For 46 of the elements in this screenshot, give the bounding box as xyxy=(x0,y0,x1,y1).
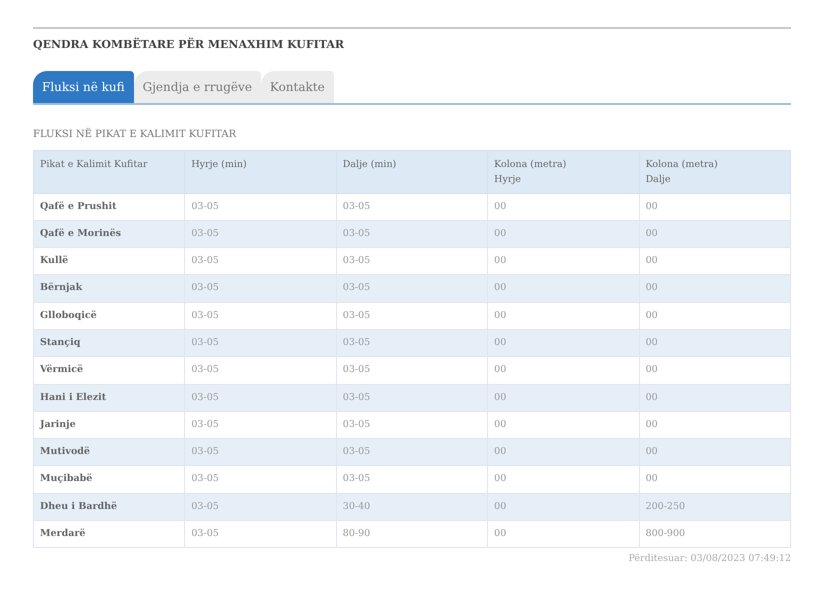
table-cell: 03-05 xyxy=(336,274,488,302)
table-cell: 00 xyxy=(488,356,640,384)
table-cell: 00 xyxy=(488,384,640,412)
table-cell: Glloboqicë xyxy=(34,302,185,330)
column-header: Dalje (min) xyxy=(336,150,488,193)
table-cell: 03-05 xyxy=(336,356,488,384)
table-cell: 00 xyxy=(639,356,790,384)
table-cell: 03-05 xyxy=(184,356,336,384)
table-cell: Qafë e Prushit xyxy=(34,193,185,220)
table-cell: 03-05 xyxy=(336,302,488,330)
table-cell: 00 xyxy=(488,520,640,548)
table-cell: 00 xyxy=(488,274,640,302)
table-cell: Vërmicë xyxy=(34,356,185,384)
table-cell: 00 xyxy=(639,274,790,302)
table-cell: 00 xyxy=(488,466,640,494)
table-cell: 03-05 xyxy=(184,466,336,494)
table-cell: 03-05 xyxy=(184,384,336,412)
table-cell: 00 xyxy=(639,384,790,412)
table-cell: 03-05 xyxy=(336,466,488,494)
table-cell: 03-05 xyxy=(184,520,336,548)
table-cell: 03-05 xyxy=(184,274,336,302)
table-cell: 00 xyxy=(488,193,640,220)
table-cell: 00 xyxy=(488,302,640,330)
column-header: Kolona (metra) Dalje xyxy=(639,150,790,193)
table-cell: 03-05 xyxy=(336,193,488,220)
column-header: Hyrje (min) xyxy=(184,150,336,193)
table-cell: Hani i Elezit xyxy=(34,384,185,412)
table-cell: 80-90 xyxy=(336,520,488,548)
table-cell: 00 xyxy=(639,193,790,220)
tab[interactable]: Kontakte xyxy=(260,70,334,102)
tab[interactable]: Gjendja e rrugëve xyxy=(134,70,261,102)
table-cell: 00 xyxy=(639,466,790,494)
table-cell: Bërnjak xyxy=(34,274,185,302)
table-cell: 00 xyxy=(639,302,790,330)
column-header: Kolona (metra) Hyrje xyxy=(488,150,640,193)
table-cell: Muçibabë xyxy=(34,466,185,494)
table-cell: 03-05 xyxy=(336,384,488,412)
table-cell: 03-05 xyxy=(184,193,336,220)
section-title: FLUKSI NË PIKAT E KALIMIT KUFITAR xyxy=(33,126,238,142)
column-header: Pikat e Kalimit Kufitar xyxy=(34,150,185,193)
tab[interactable]: Fluksi në kufi xyxy=(33,70,134,102)
table-cell: 800-900 xyxy=(639,520,790,548)
table-cell: 03-05 xyxy=(184,302,336,330)
updated-timestamp: Përditesuar: 03/08/2023 07:49:12 xyxy=(628,552,791,566)
table-cell: Merdarë xyxy=(34,520,185,548)
site-title: QENDRA KOMBËTARE PËR MENAXHIM KUFITAR xyxy=(33,37,346,53)
